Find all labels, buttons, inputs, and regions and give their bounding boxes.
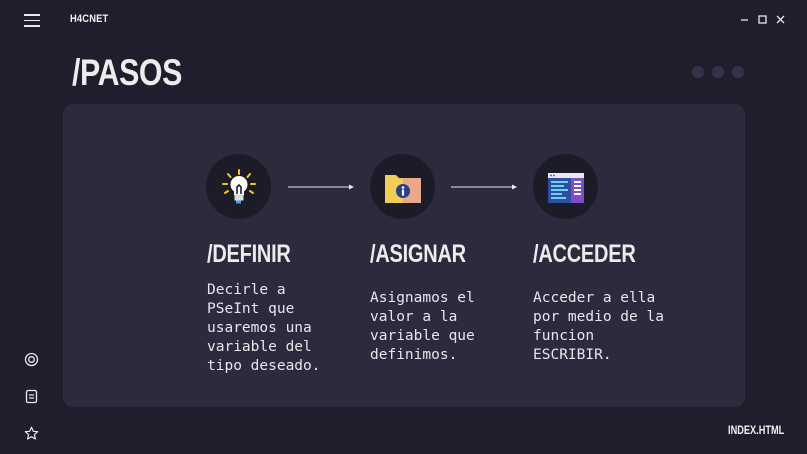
page-title: /PASOS (72, 52, 182, 93)
folder-info-icon (370, 154, 435, 219)
app-title: H4CNET (70, 13, 109, 25)
close-icon[interactable] (775, 14, 785, 24)
step-title-asignar: /ASIGNAR (370, 240, 466, 268)
step-desc-asignar: Asignamos el valor a la variable que def… (370, 290, 475, 363)
maximize-icon[interactable] (757, 14, 767, 24)
slide-dots (692, 66, 744, 78)
document-icon[interactable] (23, 388, 39, 404)
steps-card: /DEFINIR /ASIGNAR /ACCEDER Decirle a PSe… (63, 104, 745, 407)
star-icon[interactable] (23, 425, 39, 441)
minimize-icon[interactable] (739, 14, 749, 24)
step-desc-acceder: Acceder a ella por medio de la funcion E… (533, 290, 664, 363)
footer-file-link[interactable]: INDEX.HTML (728, 425, 784, 437)
step-title-acceder: /ACCEDER (533, 240, 636, 268)
step-title-definir: /DEFINIR (207, 240, 291, 268)
dot-1[interactable] (692, 66, 704, 78)
arrow-icon (288, 184, 354, 190)
target-icon[interactable] (23, 351, 39, 367)
dot-3[interactable] (732, 66, 744, 78)
lightbulb-icon (206, 154, 271, 219)
step-desc-definir: Decirle a PSeInt que usaremos una variab… (207, 282, 321, 374)
arrow-icon (451, 184, 517, 190)
hamburger-menu-icon[interactable] (24, 14, 40, 28)
window-list-icon (533, 154, 598, 219)
dot-2[interactable] (712, 66, 724, 78)
window-controls (739, 14, 785, 24)
